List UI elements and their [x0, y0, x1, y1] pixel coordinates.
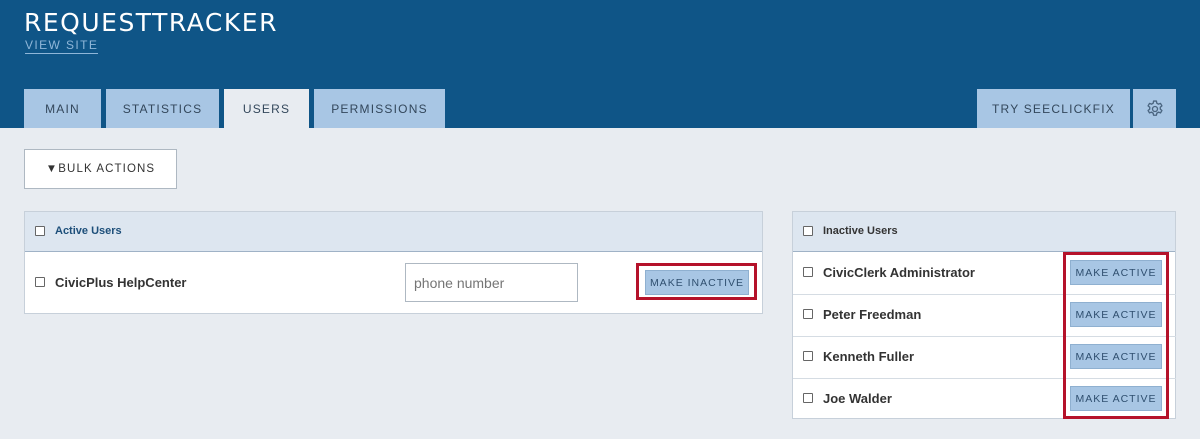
- user-name: Joe Walder: [823, 391, 892, 406]
- select-all-active-checkbox[interactable]: [35, 226, 45, 236]
- try-seeclickfix-tab[interactable]: TRY SEECLICKFIX: [977, 89, 1130, 128]
- user-checkbox[interactable]: [35, 277, 45, 287]
- make-inactive-button[interactable]: MAKE INACTIVE: [645, 270, 749, 295]
- select-all-inactive-checkbox[interactable]: [803, 226, 813, 236]
- user-checkbox[interactable]: [803, 267, 813, 277]
- user-name: Peter Freedman: [823, 307, 922, 322]
- active-users-panel: Active Users CivicPlus HelpCenter MAKE I…: [24, 211, 763, 314]
- user-checkbox[interactable]: [803, 393, 813, 403]
- bulk-actions-button[interactable]: ▼BULK ACTIONS: [24, 149, 177, 189]
- app-header: REQUESTTRACKER VIEW SITE MAIN STATISTICS…: [0, 0, 1200, 128]
- tab-permissions[interactable]: PERMISSIONS: [314, 89, 445, 128]
- inactive-users-header: Inactive Users: [793, 212, 1175, 252]
- gear-icon: [1146, 99, 1163, 116]
- active-users-header: Active Users: [25, 212, 762, 252]
- phone-number-input[interactable]: [405, 263, 578, 302]
- inactive-users-heading: Inactive Users: [823, 225, 898, 237]
- user-name: CivicClerk Administrator: [823, 265, 975, 280]
- user-name: CivicPlus HelpCenter: [55, 275, 187, 290]
- settings-button[interactable]: [1133, 89, 1176, 128]
- highlight-box: [1063, 252, 1169, 419]
- user-checkbox[interactable]: [803, 309, 813, 319]
- view-site-link[interactable]: VIEW SITE: [25, 38, 99, 54]
- active-users-heading: Active Users: [55, 225, 122, 237]
- user-name: Kenneth Fuller: [823, 349, 915, 364]
- tab-users[interactable]: USERS: [224, 89, 309, 128]
- tab-main[interactable]: MAIN: [24, 89, 101, 128]
- user-checkbox[interactable]: [803, 351, 813, 361]
- tab-statistics[interactable]: STATISTICS: [106, 89, 219, 128]
- inactive-users-panel: Inactive Users CivicClerk Administrator …: [792, 211, 1176, 419]
- app-title: REQUESTTRACKER: [24, 8, 278, 37]
